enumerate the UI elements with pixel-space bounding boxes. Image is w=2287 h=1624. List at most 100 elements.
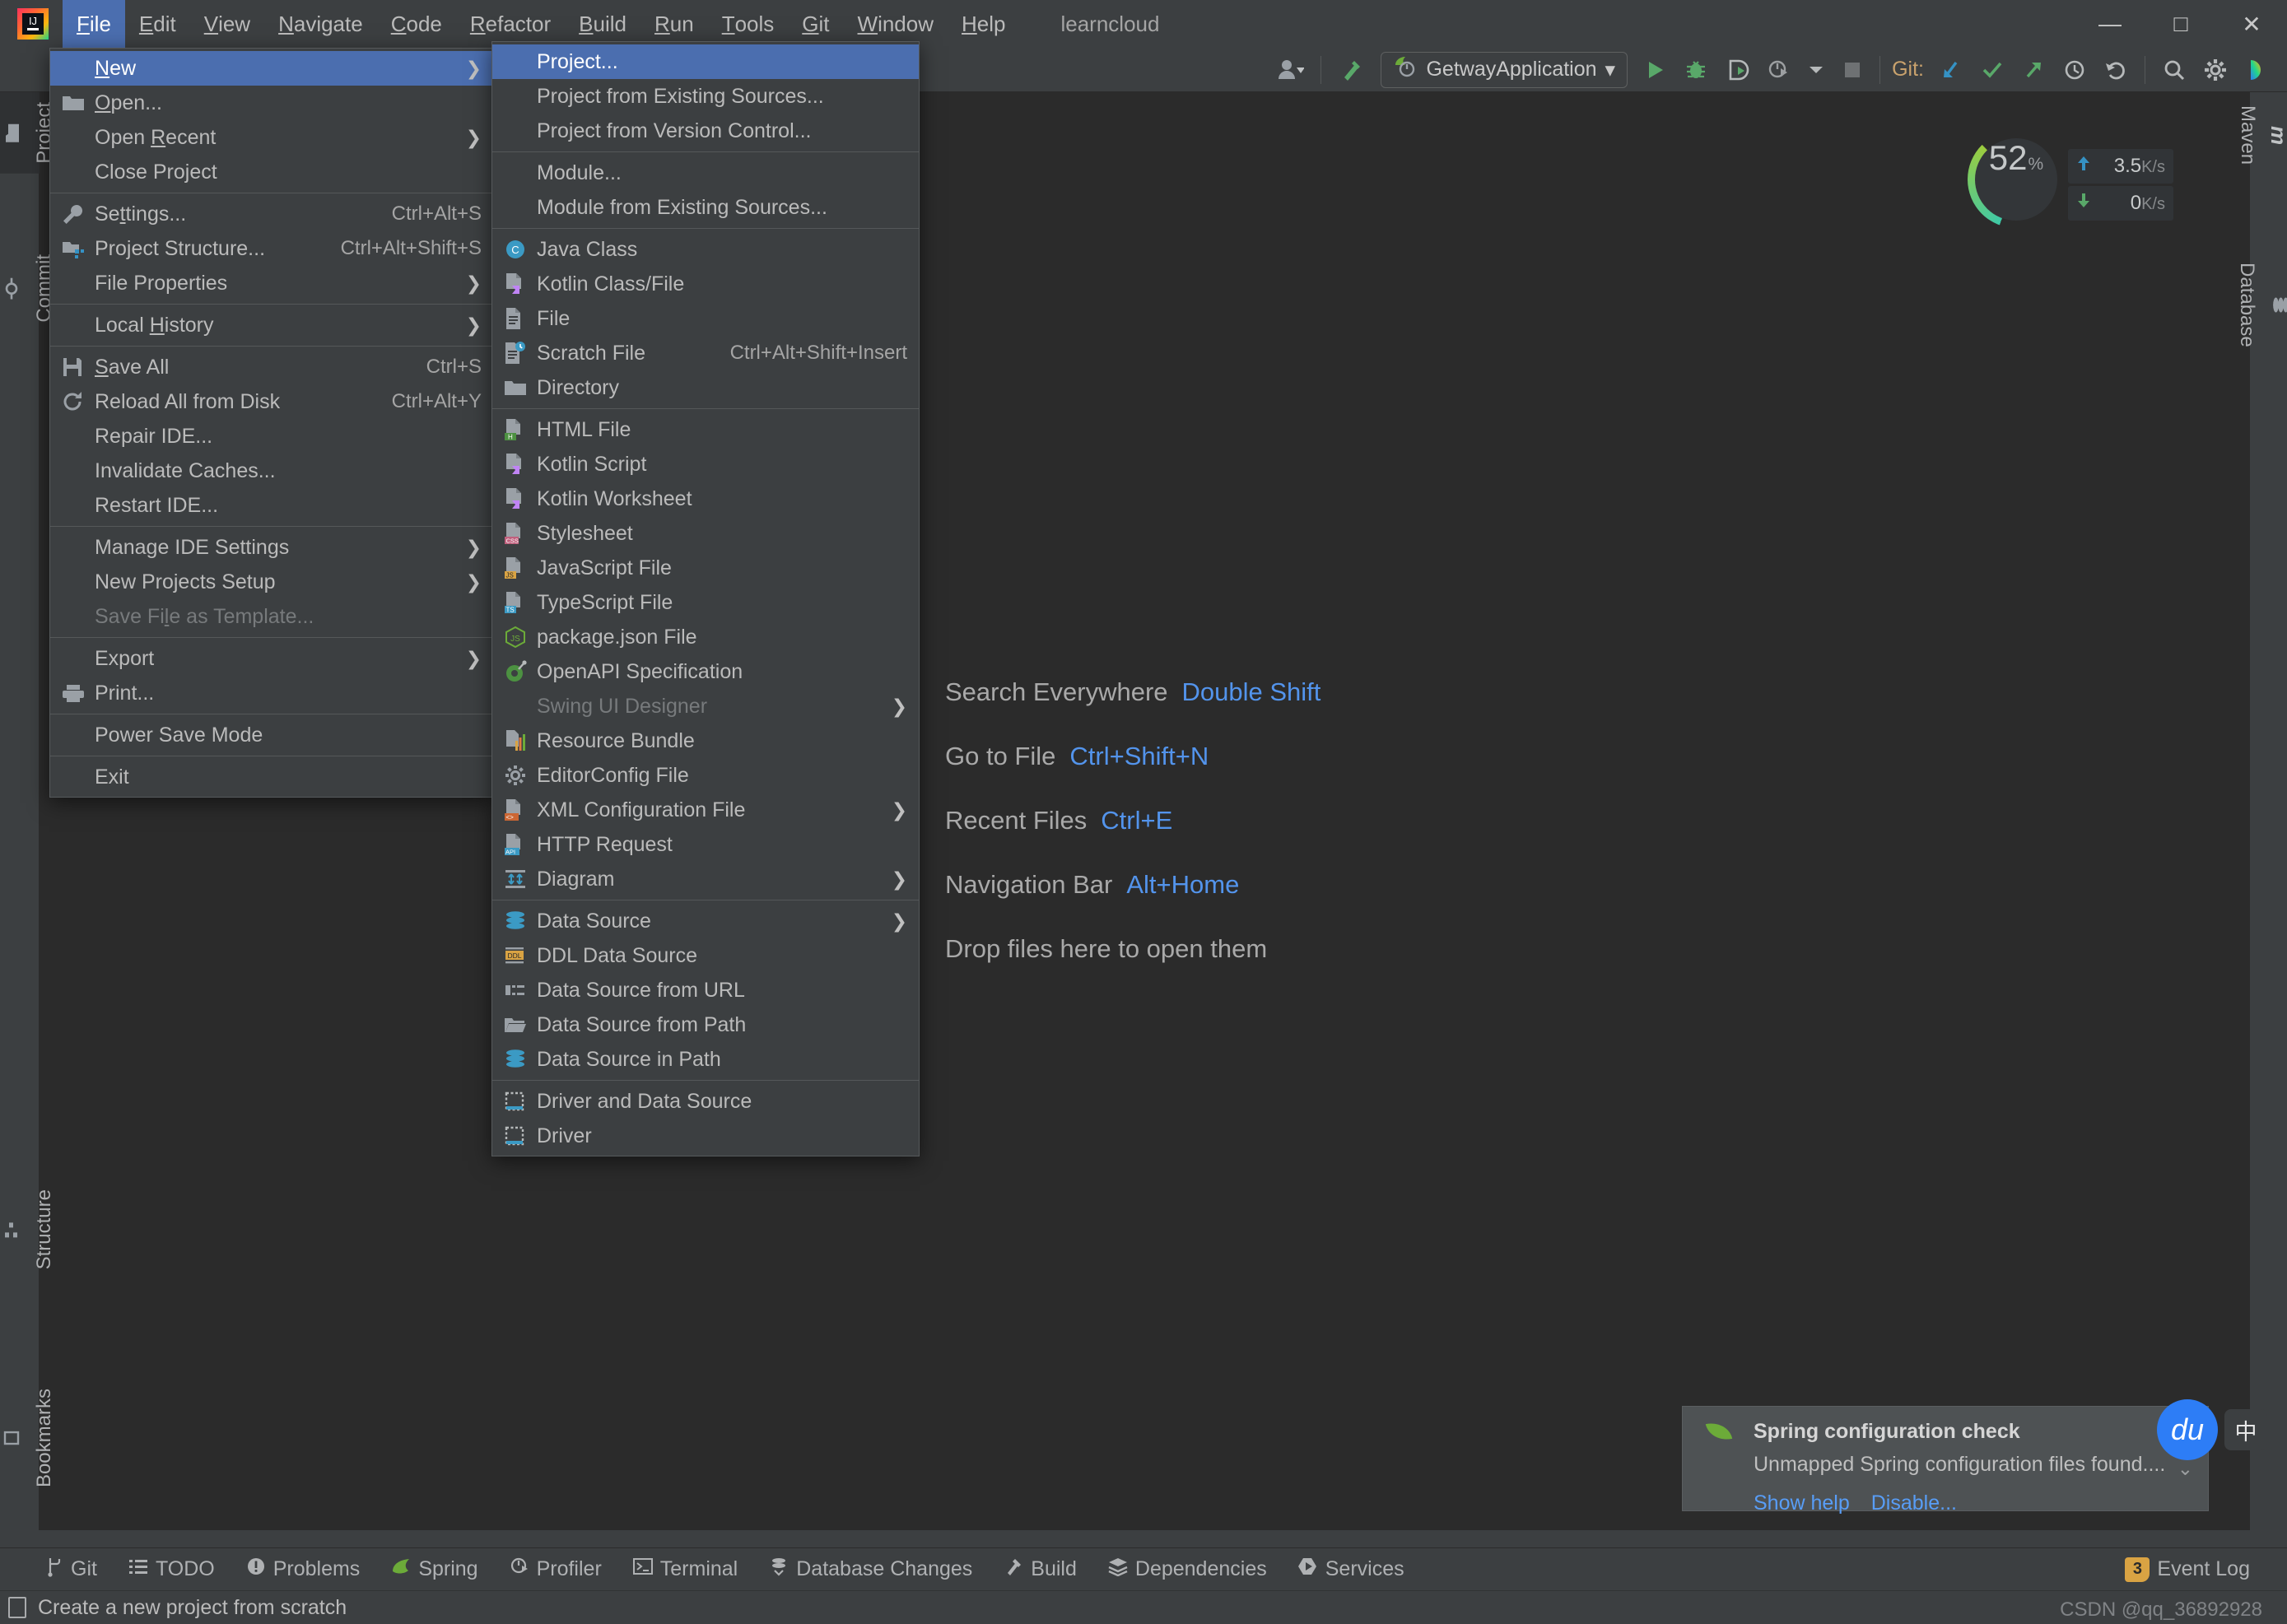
new-submenu-item-editorconfig-file[interactable]: EditorConfig File	[492, 758, 919, 793]
debug-bug-icon[interactable]	[1675, 52, 1716, 88]
event-log-button[interactable]: 3 Event Log	[2109, 1548, 2266, 1591]
close-button[interactable]: ✕	[2216, 0, 2287, 48]
file-menu-item-export[interactable]: Export ❯	[50, 641, 493, 676]
tool-button-dependencies[interactable]: Dependencies	[1092, 1548, 1283, 1591]
file-menu-item-close-project[interactable]: Close Project	[50, 155, 493, 189]
new-submenu-item-openapi-specification[interactable]: OpenAPI Specification	[492, 654, 919, 689]
show-help-link[interactable]: Show help	[1754, 1491, 1850, 1515]
new-submenu-item-stylesheet[interactable]: CSS Stylesheet	[492, 516, 919, 551]
file-menu-item-reload-all-from-disk[interactable]: Reload All from Disk Ctrl+Alt+Y	[50, 384, 493, 419]
sidebar-item-database[interactable]: Database	[2236, 253, 2287, 357]
new-submenu-item-data-source-from-path[interactable]: Data Source from Path	[492, 1007, 919, 1042]
file-menu-item-file-properties[interactable]: File Properties ❯	[50, 266, 493, 300]
file-menu-item-print[interactable]: Print...	[50, 676, 493, 710]
profiler-dropdown-chevron-icon[interactable]	[1799, 52, 1833, 88]
new-submenu-item-data-source-from-url[interactable]: Data Source from URL	[492, 973, 919, 1007]
run-play-icon[interactable]	[1634, 52, 1675, 88]
new-submenu-item-javascript-file[interactable]: JS JavaScript File	[492, 551, 919, 585]
new-submenu-item-html-file[interactable]: H HTML File	[492, 412, 919, 447]
new-submenu-item-project[interactable]: Project...	[492, 44, 919, 79]
new-submenu-item-data-source-in-path[interactable]: Data Source in Path	[492, 1042, 919, 1077]
menu-edit[interactable]: Edit	[125, 0, 190, 48]
tool-button-profiler[interactable]: Profiler	[494, 1548, 617, 1591]
new-submenu-popup[interactable]: Project... Project from Existing Sources.…	[491, 41, 920, 1156]
tool-button-database-changes[interactable]: Database Changes	[753, 1548, 988, 1591]
file-menu-item-settings[interactable]: Settings... Ctrl+Alt+S	[50, 197, 493, 231]
git-update-arrow-icon[interactable]	[1931, 52, 1972, 88]
new-submenu-item-java-class[interactable]: C Java Class	[492, 232, 919, 267]
run-coverage-icon[interactable]	[1716, 52, 1758, 88]
new-submenu-item-module[interactable]: Module...	[492, 156, 919, 190]
ime-language-badge[interactable]: 中	[2224, 1409, 2267, 1450]
git-push-arrow-icon[interactable]	[2013, 52, 2054, 88]
tool-button-git[interactable]: Git	[30, 1548, 113, 1591]
new-submenu-item-module-from-existing-sources[interactable]: Module from Existing Sources...	[492, 190, 919, 225]
sidebar-item-structure[interactable]: Structure	[0, 1180, 55, 1279]
new-submenu-item-http-request[interactable]: API HTTP Request	[492, 827, 919, 862]
notification-balloon[interactable]: Spring configuration check Unmapped Spri…	[1682, 1406, 2209, 1515]
new-submenu-item-kotlin-script[interactable]: Kotlin Script	[492, 447, 919, 482]
tool-button-terminal[interactable]: Terminal	[617, 1548, 753, 1591]
system-monitor-widget[interactable]: 52 % 3.5K/s 0K/s	[1968, 131, 2173, 228]
sidebar-item-bookmarks[interactable]: Bookmarks	[0, 1379, 55, 1497]
sidebar-item-project[interactable]: Project	[0, 92, 55, 174]
new-submenu-item-ddl-data-source[interactable]: DDL DDL Data Source	[492, 938, 919, 973]
tool-button-problems[interactable]: Problems	[231, 1548, 376, 1591]
minimize-button[interactable]: —	[2075, 0, 2145, 48]
tool-button-todo[interactable]: TODO	[113, 1548, 231, 1591]
git-history-clock-icon[interactable]	[2054, 52, 2095, 88]
maximize-button[interactable]: □	[2145, 0, 2216, 48]
new-submenu-item-package-json-file[interactable]: JS package.json File	[492, 620, 919, 654]
baidu-floating-badge[interactable]: du	[2157, 1399, 2218, 1460]
new-submenu-item-file[interactable]: File	[492, 301, 919, 336]
new-submenu-item-xml-configuration-file[interactable]: <> XML Configuration File ❯	[492, 793, 919, 827]
file-menu-item-open-recent[interactable]: Open Recent ❯	[50, 120, 493, 155]
settings-gear-icon[interactable]	[2195, 52, 2236, 88]
sidebar-item-commit[interactable]: Commit	[0, 244, 55, 333]
menu-file[interactable]: File	[63, 0, 125, 48]
new-submenu-item-kotlin-class-file[interactable]: Kotlin Class/File	[492, 267, 919, 301]
file-menu-item-new-projects-setup[interactable]: New Projects Setup ❯	[50, 565, 493, 599]
user-account-icon[interactable]	[1268, 52, 1312, 88]
disable-link[interactable]: Disable...	[1871, 1491, 1957, 1515]
file-menu-item-new[interactable]: New ❯	[50, 51, 493, 86]
file-menu-item-invalidate-caches[interactable]: Invalidate Caches...	[50, 454, 493, 488]
file-menu-item-exit[interactable]: Exit	[50, 760, 493, 794]
search-magnifier-icon[interactable]	[2154, 52, 2195, 88]
new-submenu-item-data-source[interactable]: Data Source ❯	[492, 904, 919, 938]
menu-view[interactable]: View	[190, 0, 264, 48]
file-menu-item-manage-ide-settings[interactable]: Manage IDE Settings ❯	[50, 530, 493, 565]
run-configuration-selector[interactable]: GetwayApplication ▾	[1381, 51, 1628, 88]
new-submenu-item-typescript-file[interactable]: TS TypeScript File	[492, 585, 919, 620]
new-submenu-item-project-from-existing-sources[interactable]: Project from Existing Sources...	[492, 79, 919, 114]
new-submenu-item-diagram[interactable]: Diagram ❯	[492, 862, 919, 896]
file-menu-item-open[interactable]: Open...	[50, 86, 493, 120]
file-menu-item-local-history[interactable]: Local History ❯	[50, 308, 493, 342]
tool-button-services[interactable]: Services	[1283, 1548, 1420, 1591]
stop-square-icon[interactable]	[1833, 52, 1871, 88]
file-menu-item-save-all[interactable]: Save All Ctrl+S	[50, 350, 493, 384]
new-submenu-item-driver-and-data-source[interactable]: Driver and Data Source	[492, 1084, 919, 1119]
menu-navigate[interactable]: Navigate	[264, 0, 377, 48]
file-menu-item-power-save-mode[interactable]: Power Save Mode	[50, 718, 493, 752]
new-submenu-item-driver[interactable]: Driver	[492, 1119, 919, 1153]
new-submenu-item-directory[interactable]: Directory	[492, 370, 919, 405]
ai-assistant-icon[interactable]	[2236, 52, 2279, 88]
tool-button-spring[interactable]: Spring	[375, 1548, 493, 1591]
git-rollback-undo-icon[interactable]	[2095, 52, 2136, 88]
tool-button-build[interactable]: Build	[988, 1548, 1092, 1591]
menu-help[interactable]: Help	[948, 0, 1019, 48]
chevron-down-icon[interactable]: ▾	[1605, 58, 1616, 82]
build-hammer-icon[interactable]	[1330, 52, 1374, 88]
profiler-icon[interactable]	[1758, 52, 1799, 88]
new-submenu-item-project-from-version-control[interactable]: Project from Version Control...	[492, 114, 919, 148]
new-submenu-item-resource-bundle[interactable]: Resource Bundle	[492, 724, 919, 758]
file-menu-item-project-structure[interactable]: Project Structure... Ctrl+Alt+Shift+S	[50, 231, 493, 266]
sidebar-item-maven[interactable]: m Maven	[2237, 95, 2287, 174]
file-menu-item-repair-ide[interactable]: Repair IDE...	[50, 419, 493, 454]
menu-code[interactable]: Code	[377, 0, 456, 48]
git-commit-check-icon[interactable]	[1972, 52, 2013, 88]
file-menu-item-restart-ide[interactable]: Restart IDE...	[50, 488, 493, 523]
file-menu-popup[interactable]: New ❯ Open... Open Recent ❯ Close Project Sett…	[49, 48, 494, 798]
new-submenu-item-scratch-file[interactable]: Scratch File Ctrl+Alt+Shift+Insert	[492, 336, 919, 370]
